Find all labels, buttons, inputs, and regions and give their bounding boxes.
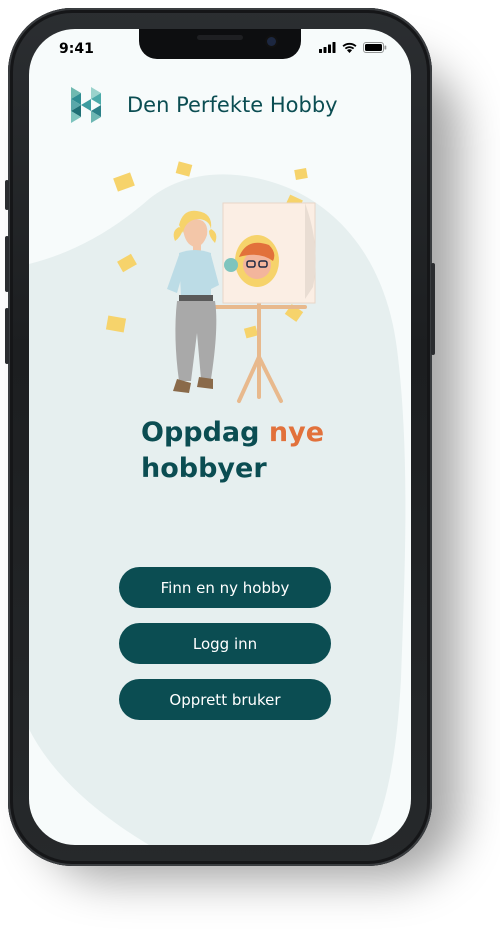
wifi-icon (342, 42, 357, 53)
cellular-signal-icon (319, 42, 336, 53)
front-camera (267, 37, 276, 46)
brand-name: Den Perfekte Hobby (127, 93, 338, 117)
app-screen: 9:41 Den Perfekte Hobby Oppdag nye hobby… (29, 29, 411, 845)
volume-down-button (5, 308, 9, 364)
notch (139, 29, 301, 59)
battery-icon (363, 42, 387, 53)
woman-painting-easel-illustration (105, 161, 316, 403)
phone-frame: 9:41 Den Perfekte Hobby Oppdag nye hobby… (5, 8, 435, 866)
login-button[interactable]: Logg inn (119, 623, 331, 664)
headline: Oppdag nye hobbyer (141, 415, 324, 487)
power-button (431, 263, 435, 355)
find-hobby-button[interactable]: Finn en ny hobby (119, 567, 331, 608)
volume-up-button (5, 236, 9, 292)
hobby-logo-icon (71, 87, 101, 123)
headline-part1: Oppdag (141, 417, 269, 448)
headline-accent: nye (268, 417, 325, 448)
status-time: 9:41 (59, 41, 94, 57)
silent-switch (5, 180, 9, 210)
headline-part2: hobbyer (141, 453, 267, 484)
register-button[interactable]: Opprett bruker (119, 679, 331, 720)
speaker-grille (197, 35, 243, 40)
status-icons (319, 42, 387, 53)
